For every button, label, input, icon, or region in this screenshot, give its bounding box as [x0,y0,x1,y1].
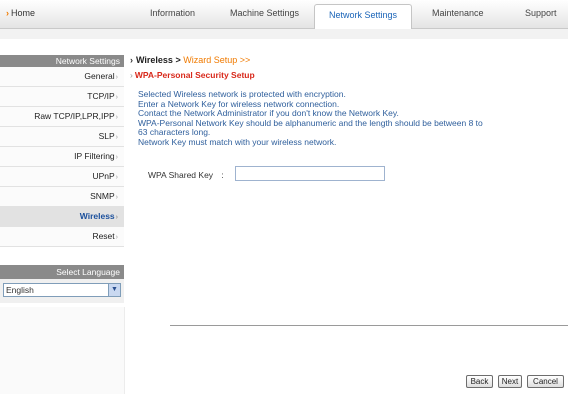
sidebar-item-label: IP Filtering [74,151,115,161]
sidebar: Network Settings General› TCP/IP› Raw TC… [0,55,124,303]
sidebar-item-reset[interactable]: Reset› [0,227,124,247]
chevron-right-icon: › [115,174,118,181]
sidebar-item-raw-tcpip-lpr-ipp[interactable]: Raw TCP/IP,LPR,IPP› [0,107,124,127]
chevron-right-icon: › [115,194,118,201]
sidebar-item-label: SLP [98,131,115,141]
tab-network-settings[interactable]: Network Settings [314,4,413,29]
tab-support[interactable]: Support [525,8,557,18]
chevron-right-icon: › [115,234,118,241]
breadcrumb: › Wireless > Wizard Setup >> [130,55,566,65]
home-link[interactable]: › Home [6,8,35,18]
chevron-right-icon: › [130,55,133,65]
tab-information[interactable]: Information [150,8,195,18]
chevron-right-icon: › [6,8,9,18]
cancel-button[interactable]: Cancel [527,375,564,388]
sidebar-item-general[interactable]: General› [0,67,124,87]
chevron-down-icon[interactable]: ▼ [108,284,120,296]
wpa-key-label: WPA Shared Key [148,170,214,180]
top-nav: › Home Information Machine Settings Netwo… [0,0,568,29]
sidebar-item-label: TCP/IP [87,91,115,101]
sidebar-item-snmp[interactable]: SNMP› [0,187,124,207]
divider [170,325,568,326]
info-message: Selected Wireless network is protected w… [130,89,566,148]
sidebar-item-upnp[interactable]: UPnP› [0,167,124,187]
sidebar-item-label: Reset [92,231,115,241]
sidebar-item-label: General [84,71,115,81]
back-button[interactable]: Back [466,375,493,388]
nav-underline-strip [0,29,568,39]
next-button[interactable]: Next [498,375,522,388]
sidebar-item-tcpip[interactable]: TCP/IP› [0,87,124,107]
sidebar-item-ip-filtering[interactable]: IP Filtering› [0,147,124,167]
chevron-right-icon: › [115,134,118,141]
sidebar-header: Network Settings [0,55,124,67]
home-label: Home [11,8,36,18]
tab-machine-settings[interactable]: Machine Settings [230,8,299,18]
page-title: › WPA-Personal Security Setup [130,70,566,80]
chevron-right-icon: › [115,154,118,161]
chevron-right-icon: › [130,70,133,80]
language-box: English ▼ [0,279,124,303]
breadcrumb-wizard: Wizard Setup >> [183,55,251,65]
wpa-key-row: WPA Shared Key : [148,166,385,181]
language-select-value: English [6,285,34,295]
sidebar-background [0,307,125,394]
chevron-right-icon: › [115,74,118,81]
chevron-right-icon: › [115,214,118,221]
sidebar-item-label: Raw TCP/IP,LPR,IPP [34,111,115,121]
info-message-line: Network Key must match with your wireles… [138,136,337,147]
language-select[interactable]: English ▼ [3,283,121,297]
sidebar-item-label: Wireless [79,211,115,221]
tab-maintenance[interactable]: Maintenance [432,8,484,18]
chevron-right-icon: › [115,94,118,101]
wpa-key-separator: : [221,170,224,180]
sidebar-item-wireless[interactable]: Wireless› [0,207,124,227]
sidebar-item-slp[interactable]: SLP› [0,127,124,147]
chevron-right-icon: › [115,114,118,121]
main-content: › Wireless > Wizard Setup >> › WPA-Persona… [130,55,566,181]
sidebar-item-label: UPnP [92,171,115,181]
sidebar-item-label: SNMP [90,191,115,201]
language-header: Select Language [0,265,124,279]
wpa-shared-key-input[interactable] [235,166,385,181]
page-title-text: WPA-Personal Security Setup [134,70,255,80]
breadcrumb-section: Wireless > [136,55,181,65]
